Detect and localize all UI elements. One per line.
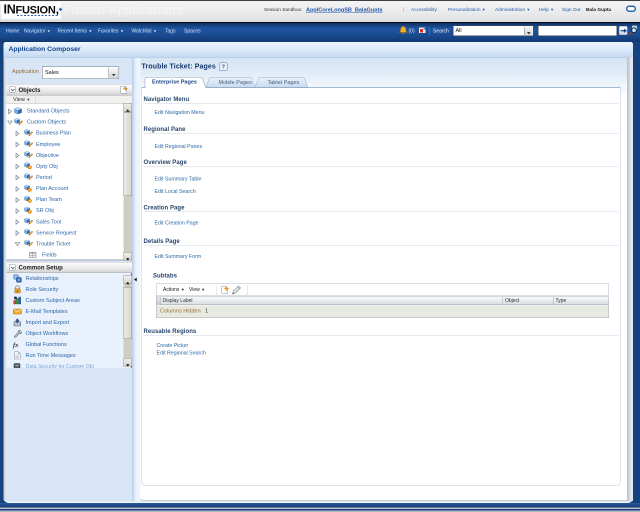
svg-text:fx: fx bbox=[13, 342, 19, 349]
